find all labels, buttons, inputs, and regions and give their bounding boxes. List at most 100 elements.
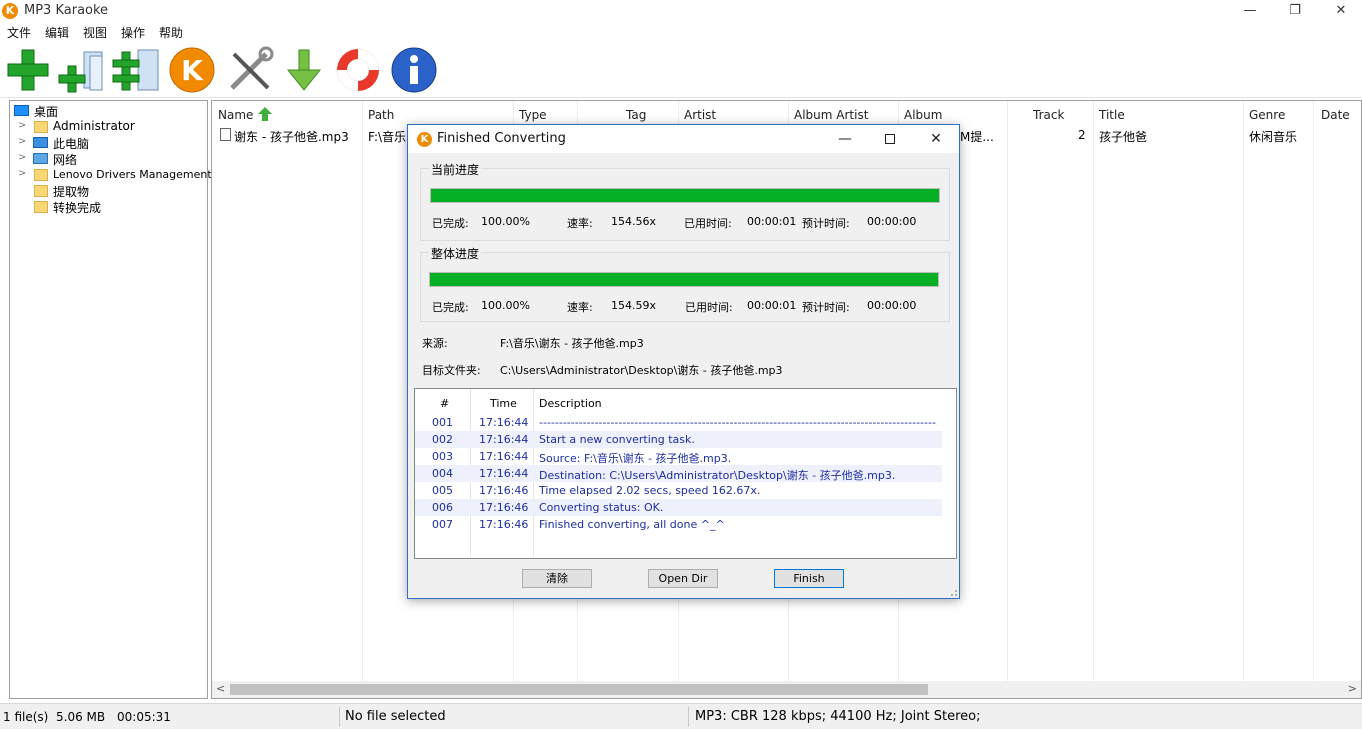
column-divider	[1093, 101, 1094, 681]
overall-done-value: 100.00%	[481, 299, 530, 312]
chevron-right-icon[interactable]: >	[18, 136, 28, 147]
log-time: 17:16:46	[479, 518, 529, 531]
tree-item-extracted[interactable]: 提取物	[18, 183, 204, 199]
scroll-left-icon[interactable]: <	[216, 682, 225, 695]
status-file-count: 1 file(s)	[3, 710, 49, 724]
status-bar: 1 file(s) 5.06 MB 00:05:31 No file selec…	[0, 703, 1362, 729]
tree-root[interactable]: 桌面	[14, 103, 204, 119]
log-row: 003 17:16:44 Source: F:\音乐\谢东 - 孩子他爸.mp3…	[415, 448, 942, 465]
tree-item-this-pc[interactable]: > 此电脑	[18, 135, 204, 151]
column-header-genre[interactable]: Genre	[1249, 108, 1285, 122]
karaoke-icon: K	[417, 132, 432, 147]
column-header-artist[interactable]: Artist	[684, 108, 716, 122]
scrollbar-thumb[interactable]	[230, 684, 928, 695]
log-description: Finished converting, all done ^_^	[539, 518, 725, 531]
conversion-log[interactable]: # Time Description 001 17:16:44 --------…	[414, 388, 957, 559]
status-total-duration: 00:05:31	[117, 710, 171, 724]
minimize-button[interactable]: —	[1227, 0, 1273, 22]
karaoke-icon[interactable]: K	[168, 46, 216, 94]
menu-view[interactable]: 视图	[83, 24, 107, 41]
add-icon[interactable]	[4, 46, 52, 94]
clear-button[interactable]: 清除	[522, 569, 592, 588]
tree-item-lenovo[interactable]: > Lenovo Drivers Management	[18, 167, 212, 183]
horizontal-scrollbar[interactable]: < >	[212, 681, 1361, 698]
source-path: F:\音乐\谢东 - 孩子他爸.mp3	[500, 337, 644, 350]
add-files-icon[interactable]	[58, 46, 106, 94]
column-header-path[interactable]: Path	[368, 108, 394, 122]
column-header-album-artist[interactable]: Album Artist	[794, 108, 868, 122]
app-title: MP3 Karaoke	[24, 3, 109, 18]
info-icon[interactable]	[390, 46, 438, 94]
dialog-maximize-button[interactable]	[867, 125, 913, 153]
column-header-tag[interactable]: Tag	[626, 108, 646, 122]
column-header-name[interactable]: Name	[218, 108, 253, 122]
overall-progress-group: 整体进度 已完成: 100.00% 速率: 154.59x 已用时间: 00:0…	[420, 245, 950, 322]
current-elapsed-value: 00:00:01	[747, 215, 797, 228]
current-done-value: 100.00%	[481, 215, 530, 228]
menu-help[interactable]: 帮助	[159, 24, 183, 41]
log-row: 002 17:16:44 Start a new converting task…	[415, 431, 942, 448]
overall-progress-label: 整体进度	[429, 245, 482, 262]
log-row: 005 17:16:46 Time elapsed 2.02 secs, spe…	[415, 482, 942, 499]
destination-path: C:\Users\Administrator\Desktop\谢东 - 孩子他爸…	[500, 364, 783, 377]
menu-file[interactable]: 文件	[7, 24, 31, 41]
toolbar: K	[0, 42, 1362, 98]
log-description: Converting status: OK.	[539, 501, 664, 514]
chevron-right-icon[interactable]: >	[18, 152, 28, 163]
source-label: 来源:	[422, 337, 448, 350]
dialog-title-bar: K Finished Converting — ✕	[408, 125, 959, 153]
status-total-size: 5.06 MB	[56, 710, 106, 724]
settings-icon[interactable]	[226, 46, 274, 94]
menu-action[interactable]: 操作	[121, 24, 145, 41]
menu-bar: 文件 编辑 视图 操作 帮助	[0, 22, 1362, 42]
column-divider	[1313, 101, 1314, 681]
scroll-right-icon[interactable]: >	[1348, 682, 1357, 695]
mp3-file-icon	[220, 128, 231, 141]
current-progress-label: 当前进度	[429, 161, 482, 178]
dialog-minimize-button[interactable]: —	[822, 125, 868, 153]
column-header-album[interactable]: Album	[904, 108, 942, 122]
overall-done-label: 已完成:	[432, 301, 469, 314]
current-done-label: 已完成:	[432, 217, 469, 230]
current-elapsed-label: 已用时间:	[684, 217, 732, 230]
column-header-title[interactable]: Title	[1099, 108, 1125, 122]
log-header-number: #	[440, 397, 450, 410]
close-button[interactable]: ✕	[1318, 0, 1362, 22]
app-logo-icon: K	[2, 3, 18, 19]
title-bar: K MP3 Karaoke — ❐ ✕	[0, 0, 1362, 22]
tree-item-converted[interactable]: 转换完成	[18, 199, 204, 215]
tree-item-administrator[interactable]: > Administrator	[18, 119, 204, 135]
chevron-right-icon[interactable]: >	[18, 120, 28, 131]
log-row: 001 17:16:44 ---------------------------…	[415, 414, 942, 431]
resize-grip-icon[interactable]	[948, 587, 958, 597]
overall-elapsed-value: 00:00:01	[747, 299, 797, 312]
menu-edit[interactable]: 编辑	[45, 24, 69, 41]
log-description: Destination: C:\Users\Administrator\Desk…	[539, 469, 896, 482]
folder-icon	[34, 121, 48, 133]
column-header-date[interactable]: Date	[1321, 108, 1350, 122]
tree-label: Administrator	[53, 119, 135, 133]
column-header-track[interactable]: Track	[1033, 108, 1064, 122]
log-number: 007	[432, 518, 453, 531]
overall-eta-label: 预计时间:	[802, 301, 850, 314]
log-number: 005	[432, 484, 453, 497]
tree-item-network[interactable]: > 网络	[18, 151, 204, 167]
folder-icon	[34, 201, 48, 213]
folder-tree[interactable]: 桌面 > Administrator > 此电脑 > 网络 > Lenovo D…	[9, 100, 212, 699]
column-header-type[interactable]: Type	[519, 108, 547, 122]
download-icon[interactable]	[280, 46, 328, 94]
add-folder-icon[interactable]	[112, 46, 160, 94]
folder-icon	[34, 169, 48, 181]
chevron-right-icon[interactable]: >	[18, 168, 28, 179]
current-speed-value: 154.56x	[611, 215, 656, 228]
help-icon[interactable]	[334, 46, 382, 94]
sort-up-icon	[258, 107, 272, 121]
finish-button[interactable]: Finish	[774, 569, 844, 588]
open-dir-button[interactable]: Open Dir	[648, 569, 718, 588]
tree-label: 转换完成	[53, 201, 102, 215]
dialog-close-button[interactable]: ✕	[913, 125, 959, 153]
log-time: 17:16:44	[479, 416, 529, 429]
log-header-time: Time	[490, 397, 517, 410]
restore-button[interactable]: ❐	[1272, 0, 1318, 22]
desktop-icon	[14, 105, 29, 116]
